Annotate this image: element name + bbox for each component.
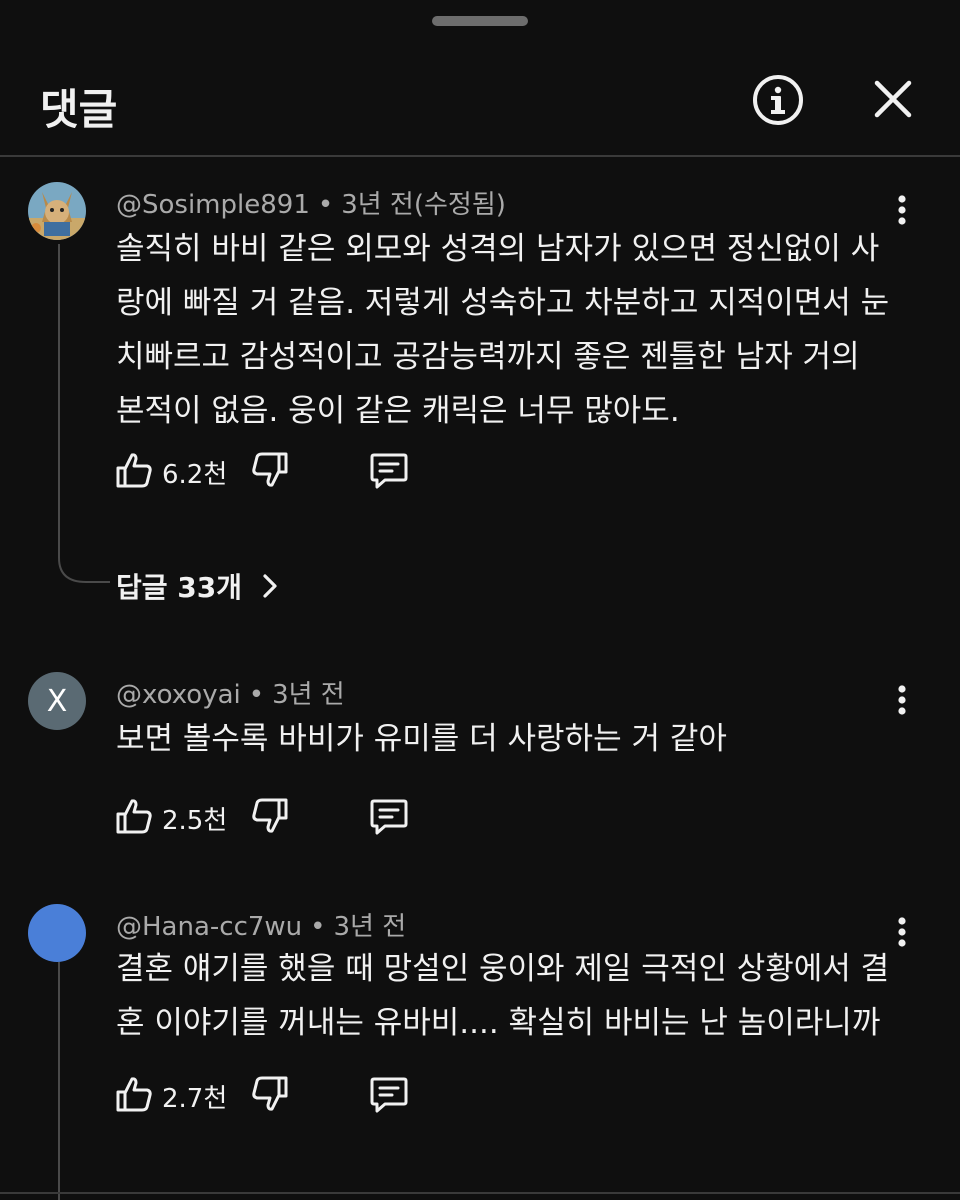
avatar-letter: X <box>46 683 68 719</box>
comment-text-line: 혼 이야기를 꺼내는 유바비.... 확실히 바비는 난 놈이라니까 <box>116 1005 881 1041</box>
reply-button[interactable] <box>368 450 410 492</box>
reply-button[interactable] <box>368 796 410 838</box>
comment-author[interactable]: @Hana-cc7wu <box>116 912 302 942</box>
comment-actions: 2.5천 <box>114 796 434 840</box>
comments-header: 댓글 <box>0 40 960 156</box>
comment-text-line: 솔직히 바비 같은 외모와 성격의 남자가 있으면 정신없이 사 <box>116 231 880 267</box>
dislike-button[interactable] <box>250 1074 290 1114</box>
comment-icon <box>370 799 408 835</box>
comment-text-line: 랑에 빠질 거 같음. 저렇게 성숙하고 차분하고 지적이면서 눈 <box>116 285 890 321</box>
thumb-up-icon <box>116 453 152 488</box>
comment-actions: 6.2천 <box>114 450 434 494</box>
comment-text-line: 치빠르고 감성적이고 공감능력까지 좋은 젠틀한 남자 거의 <box>116 339 860 375</box>
page-title: 댓글 <box>40 85 118 134</box>
comment-meta: @xoxoyai • 3년 전 <box>116 674 345 711</box>
like-count: 2.5천 <box>162 806 228 836</box>
comment-author[interactable]: @Sosimple891 <box>116 190 310 220</box>
like-count: 6.2천 <box>162 460 228 490</box>
comment-icon <box>370 1077 408 1113</box>
comment-meta: @Sosimple891 • 3년 전(수정됨) <box>116 184 506 221</box>
comment-time: 3년 전 <box>272 680 345 710</box>
close-icon <box>874 80 912 118</box>
thumb-up-icon <box>116 799 152 834</box>
meta-separator: • <box>317 190 334 220</box>
close-button[interactable] <box>868 74 918 124</box>
meta-separator: • <box>310 912 326 942</box>
avatar[interactable] <box>28 904 86 962</box>
thumb-up-icon <box>116 1077 152 1112</box>
comment-text-line: 본적이 없음. 웅이 같은 캐릭은 너무 많아도. <box>116 393 680 429</box>
info-circle-icon <box>753 75 803 125</box>
thumb-down-icon <box>252 1076 288 1111</box>
comment-actions: 2.7천 <box>114 1074 434 1118</box>
info-button[interactable] <box>750 72 806 128</box>
meta-separator: • <box>248 680 265 710</box>
bottom-divider <box>0 1192 960 1194</box>
like-button[interactable] <box>114 1074 154 1114</box>
avatar[interactable] <box>28 182 86 240</box>
like-button[interactable] <box>114 796 154 836</box>
comment-text-line: 결혼 얘기를 했을 때 망설인 웅이와 제일 극적인 상황에서 결 <box>116 951 890 987</box>
replies-label: 답글 33개 <box>116 571 242 604</box>
drag-handle[interactable] <box>432 16 528 26</box>
thread-line <box>58 962 60 1200</box>
dislike-button[interactable] <box>250 450 290 490</box>
illustrated-animal-avatar-icon <box>28 182 86 240</box>
comment-author[interactable]: @xoxoyai <box>116 680 241 710</box>
comment-text: 솔직히 바비 같은 외모와 성격의 남자가 있으면 정신없이 사 랑에 빠질 거… <box>116 222 906 438</box>
view-replies-link[interactable]: 답글 33개 <box>116 566 282 606</box>
comment-text: 결혼 얘기를 했을 때 망설인 웅이와 제일 극적인 상황에서 결 혼 이야기를… <box>116 942 906 1050</box>
reply-button[interactable] <box>368 1074 410 1116</box>
header-divider <box>0 155 960 157</box>
comment-time: 3년 전(수정됨) <box>341 190 506 220</box>
dislike-button[interactable] <box>250 796 290 836</box>
avatar[interactable]: X <box>28 672 86 730</box>
like-button[interactable] <box>114 450 154 490</box>
comment-icon <box>370 453 408 489</box>
thread-line <box>58 244 60 544</box>
comment-text-line: 보면 볼수록 바비가 유미를 더 사랑하는 거 같아 <box>116 721 727 757</box>
comment-text: 보면 볼수록 바비가 유미를 더 사랑하는 거 같아 <box>116 712 906 766</box>
comment-time: 3년 전 <box>333 912 407 942</box>
comment-meta: @Hana-cc7wu • 3년 전 <box>116 906 406 943</box>
chevron-right-icon <box>263 574 277 598</box>
thread-curve <box>58 520 110 583</box>
thumb-down-icon <box>252 452 288 487</box>
like-count: 2.7천 <box>162 1084 228 1114</box>
thumb-down-icon <box>252 798 288 833</box>
